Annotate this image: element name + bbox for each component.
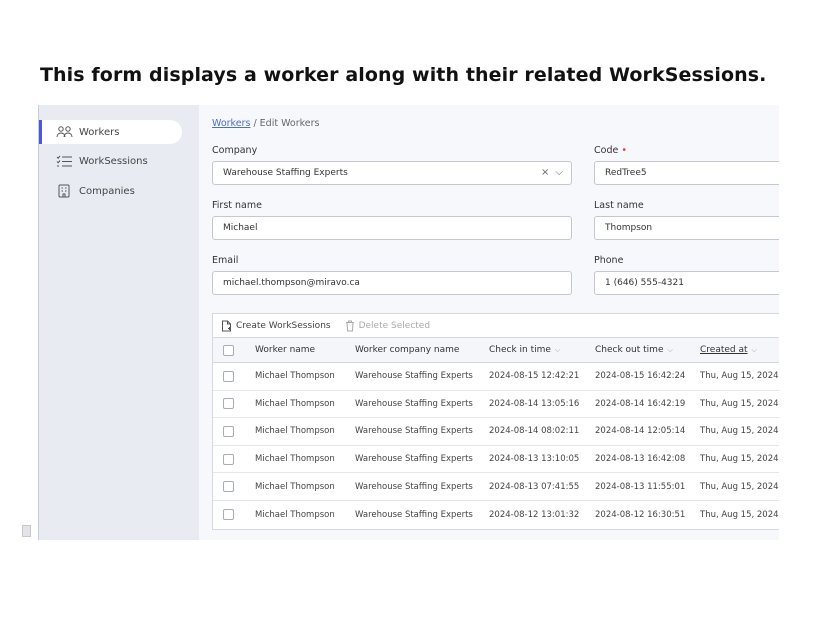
worksessions-grid: Worker name Worker company name Check in… (212, 337, 779, 530)
document-plus-icon (222, 320, 231, 331)
first-name-field[interactable]: Michael (212, 216, 572, 240)
sidebar-item-worksessions[interactable]: WorkSessions (39, 149, 182, 173)
created-at-cell: Thu, Aug 15, 2024 4 (700, 454, 779, 465)
created-at-cell: Thu, Aug 15, 2024 4 (700, 481, 779, 492)
column-header-created-at[interactable]: Created at ⌵ (700, 338, 757, 362)
check-in-time-cell: 2024-08-13 07:41:55 (489, 481, 580, 492)
sidebar-item-label: Workers (79, 126, 120, 138)
worker-company-name-cell: Warehouse Staffing Experts (355, 454, 473, 465)
delete-selected-label: Delete Selected (358, 320, 431, 331)
row-checkbox[interactable] (223, 398, 234, 410)
column-header-worker-company-name[interactable]: Worker company name (355, 338, 459, 362)
clear-icon[interactable]: × (541, 167, 549, 178)
create-worksessions-button[interactable]: Create WorkSessions (221, 320, 331, 332)
check-in-time-cell: 2024-08-14 13:05:16 (489, 398, 580, 409)
delete-selected-button[interactable]: Delete Selected (345, 320, 430, 332)
scrollbar-thumb[interactable] (22, 525, 31, 537)
row-checkbox[interactable] (223, 370, 234, 382)
sidebar-item-label: WorkSessions (79, 155, 148, 167)
company-select[interactable]: Warehouse Staffing Experts × ⌵ (212, 161, 572, 185)
row-checkbox[interactable] (223, 425, 234, 437)
worker-name-cell: Michael Thompson (255, 481, 335, 492)
check-out-time-cell: 2024-08-12 16:30:51 (595, 509, 686, 520)
sidebar: Workers WorkSessions Companies (39, 105, 199, 540)
check-out-time-cell: 2024-08-14 12:05:14 (595, 426, 686, 437)
email-label: Email (212, 255, 239, 266)
phone-field[interactable]: 1 (646) 555-4321 (594, 271, 779, 295)
check-in-time-cell: 2024-08-12 13:01:32 (489, 509, 580, 520)
table-row[interactable]: Michael Thompson Warehouse Staffing Exper… (213, 446, 779, 474)
required-indicator: • (621, 145, 627, 156)
table-row[interactable]: Michael Thompson Warehouse Staffing Exper… (213, 473, 779, 501)
worker-company-name-cell: Warehouse Staffing Experts (355, 426, 473, 437)
first-name-value: Michael (223, 223, 258, 233)
created-at-cell: Thu, Aug 15, 2024 4 (700, 426, 779, 437)
check-in-time-cell: 2024-08-13 13:10:05 (489, 454, 580, 465)
table-row[interactable]: Michael Thompson Warehouse Staffing Exper… (213, 391, 779, 419)
check-out-time-cell: 2024-08-14 16:42:19 (595, 398, 686, 409)
breadcrumb-separator: / (250, 118, 260, 129)
table-row[interactable]: Michael Thompson Warehouse Staffing Exper… (213, 501, 779, 529)
column-header-check-in-time[interactable]: Check in time ⌵ (489, 338, 560, 362)
company-label: Company (212, 145, 258, 156)
worker-company-name-cell: Warehouse Staffing Experts (355, 509, 473, 520)
worker-name-cell: Michael Thompson (255, 371, 335, 382)
workers-icon (56, 126, 73, 138)
trash-icon (345, 320, 354, 331)
check-out-time-cell: 2024-08-15 16:42:24 (595, 371, 686, 382)
table-row[interactable]: Michael Thompson Warehouse Staffing Exper… (213, 363, 779, 391)
page-caption: This form displays a worker along with t… (40, 64, 767, 86)
worker-name-cell: Michael Thompson (255, 509, 335, 520)
phone-label: Phone (594, 255, 624, 266)
worker-company-name-cell: Warehouse Staffing Experts (355, 398, 473, 409)
created-at-cell: Thu, Aug 15, 2024 4 (700, 398, 779, 409)
breadcrumb-current: Edit Workers (259, 118, 320, 129)
companies-icon (58, 184, 70, 198)
worker-name-cell: Michael Thompson (255, 454, 335, 465)
app-window: Workers WorkSessions Companies Workers /… (38, 105, 779, 540)
table-header-row: Worker name Worker company name Check in… (213, 338, 779, 363)
sort-chevron-icon: ⌵ (667, 345, 673, 354)
last-name-label: Last name (594, 200, 644, 211)
row-checkbox[interactable] (223, 453, 234, 465)
company-value: Warehouse Staffing Experts (223, 168, 348, 178)
code-label: Code • (594, 145, 627, 156)
main-content: Workers / Edit Workers Company Warehouse… (199, 105, 779, 540)
breadcrumb-workers-link[interactable]: Workers (212, 118, 250, 129)
email-field[interactable]: michael.thompson@miravo.ca (212, 271, 572, 295)
phone-value: 1 (646) 555-4321 (605, 278, 684, 288)
email-value: michael.thompson@miravo.ca (223, 278, 360, 288)
check-in-time-cell: 2024-08-15 12:42:21 (489, 371, 580, 382)
worksessions-icon (56, 155, 72, 167)
created-at-cell: Thu, Aug 15, 2024 4 (700, 371, 779, 382)
code-value: RedTree5 (605, 168, 647, 178)
sort-chevron-icon: ⌵ (554, 345, 561, 354)
breadcrumb: Workers / Edit Workers (212, 118, 320, 129)
code-field[interactable]: RedTree5 (594, 161, 779, 185)
table-row[interactable]: Michael Thompson Warehouse Staffing Exper… (213, 418, 779, 446)
row-checkbox[interactable] (223, 509, 234, 521)
grid-toolbar: Create WorkSessions Delete Selected (212, 313, 779, 337)
check-in-time-cell: 2024-08-14 08:02:11 (489, 426, 580, 437)
check-out-time-cell: 2024-08-13 16:42:08 (595, 454, 686, 465)
worker-name-cell: Michael Thompson (255, 398, 335, 409)
sort-chevron-icon: ⌵ (751, 345, 757, 354)
worker-company-name-cell: Warehouse Staffing Experts (355, 371, 473, 382)
select-all-checkbox[interactable] (223, 344, 234, 356)
last-name-field[interactable]: Thompson (594, 216, 779, 240)
check-out-time-cell: 2024-08-13 11:55:01 (595, 481, 686, 492)
row-checkbox[interactable] (223, 481, 234, 493)
sidebar-item-label: Companies (79, 185, 135, 197)
column-header-check-out-time[interactable]: Check out time ⌵ (595, 338, 673, 362)
last-name-value: Thompson (605, 223, 653, 233)
column-header-worker-name[interactable]: Worker name (255, 338, 315, 362)
sidebar-item-companies[interactable]: Companies (39, 179, 182, 203)
sidebar-item-workers[interactable]: Workers (39, 120, 182, 144)
chevron-down-icon[interactable]: ⌵ (555, 167, 563, 178)
worker-name-cell: Michael Thompson (255, 426, 335, 437)
created-at-cell: Thu, Aug 15, 2024 4 (700, 509, 779, 520)
first-name-label: First name (212, 200, 262, 211)
create-worksessions-label: Create WorkSessions (236, 320, 331, 331)
worker-company-name-cell: Warehouse Staffing Experts (355, 481, 473, 492)
